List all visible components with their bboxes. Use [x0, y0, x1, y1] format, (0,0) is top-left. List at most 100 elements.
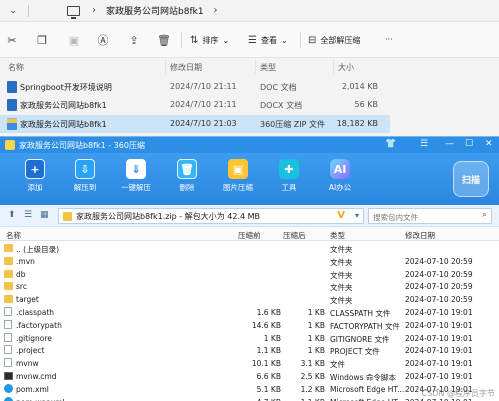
column-date[interactable]: 修改日期 — [405, 230, 435, 241]
one-click-extract-button[interactable]: ⇓ 一键解压 — [113, 157, 159, 201]
zip-row-date: 2024-07-10 19:01 — [405, 359, 473, 369]
zip-row-name: mvnw.cmd — [16, 372, 57, 381]
edge-html-icon — [4, 383, 13, 393]
delete-button[interactable]: 🗑 删除 — [164, 157, 210, 201]
divider — [28, 4, 29, 17]
up-arrow-icon[interactable]: ⬆ — [8, 210, 16, 220]
zip-row-type: FACTORYPATH 文件 — [330, 321, 400, 331]
close-icon[interactable]: ✕ — [485, 139, 493, 149]
zip-row-after: 1.2 KB — [300, 384, 325, 394]
zip-row[interactable]: .factorypath 14.6 KB 1 KB FACTORYPATH 文件 202… — [0, 319, 499, 332]
paste-icon[interactable]: ▣ — [67, 33, 81, 47]
file-name: 家政服务公司网站b8fk1 — [20, 101, 107, 110]
one-click-extract-icon: ⇓ — [126, 159, 146, 179]
image-compress-label: 图片压缩 — [223, 183, 253, 192]
column-type[interactable]: 类型 — [330, 230, 345, 241]
file-icon — [4, 319, 12, 329]
delete-icon: 🗑 — [177, 159, 197, 179]
file-type: DOCX 文档 — [260, 101, 303, 110]
image-compress-icon: ▣ — [228, 159, 248, 179]
zip-row-type: 文件夹 — [330, 245, 353, 254]
add-button[interactable]: + 添加 — [12, 157, 58, 201]
column-date[interactable]: 修改日期 — [170, 62, 202, 73]
zip-row-type: 文件夹 — [330, 283, 353, 293]
shirt-icon[interactable]: 👕 — [385, 139, 396, 149]
zip-row[interactable]: .. (上级目录) 文件夹 — [0, 242, 499, 255]
file-icon — [4, 307, 12, 316]
copy-icon[interactable]: ❐ — [35, 33, 49, 47]
column-before[interactable]: 压缩前 — [238, 230, 261, 241]
zip-row[interactable]: mvnw 10.1 KB 3.1 KB 文件 2024-07-10 19:01 — [0, 357, 499, 370]
ai-office-button[interactable]: AI AI办公 — [317, 157, 363, 201]
thumbnail-view-icon[interactable]: ▦ — [40, 210, 49, 220]
breadcrumb[interactable]: 家政服务公司网站b8fk1 — [106, 4, 204, 17]
sort-button[interactable]: ⇅ 排序 ⌄ — [190, 35, 229, 46]
column-size[interactable]: 大小 — [338, 62, 354, 73]
zip-row-after: 1 KB — [307, 308, 325, 317]
zip-row[interactable]: db 文件夹 2024-07-10 20:59 — [0, 268, 499, 281]
column-type[interactable]: 类型 — [260, 62, 276, 73]
folder-icon — [4, 269, 13, 278]
extract-to-button[interactable]: ⇩ 解压到 — [62, 157, 108, 201]
file-icon — [4, 345, 12, 355]
address-field[interactable]: 家政服务公司网站b8fk1.zip - 解包大小为 42.4 MB V ▾ — [58, 208, 364, 224]
zip-row-name: pom.xml — [16, 384, 49, 394]
tools-label: 工具 — [281, 183, 297, 192]
file-size: 2,014 KB — [341, 82, 378, 91]
cut-icon[interactable]: ✂ — [5, 33, 19, 47]
zip-row-type: PROJECT 文件 — [330, 347, 380, 357]
column-after[interactable]: 压缩后 — [283, 230, 306, 241]
delete-icon[interactable]: 🗑 — [157, 33, 171, 47]
column-name[interactable]: 名称 — [6, 230, 21, 241]
one-click-extract-label: 一键解压 — [121, 183, 151, 192]
zip-row-name: .. (上级目录) — [16, 245, 60, 254]
file-row[interactable]: 家政服务公司网站b8fk1 2024/7/10 21:11 DOCX 文档 56… — [0, 96, 390, 114]
view-button[interactable]: ☰ 查看 ⌄ — [248, 35, 288, 46]
zip-row[interactable]: .project 1.1 KB 1 KB PROJECT 文件 2024-07-10 1… — [0, 344, 499, 357]
extract-to-icon: ⇩ — [75, 159, 95, 179]
divider — [300, 32, 301, 48]
zip-row-name: db — [16, 269, 26, 279]
zip-row[interactable]: src 文件夹 2024-07-10 20:59 — [0, 280, 499, 293]
divider — [181, 32, 182, 48]
zip-row-type: Microsoft Edge HT... — [330, 384, 405, 394]
chevron-down-icon[interactable]: ⌄ — [6, 6, 20, 16]
tools-button[interactable]: ✚ 工具 — [266, 157, 312, 201]
monitor-icon[interactable] — [67, 5, 80, 19]
zip-row[interactable]: .mvn 文件夹 2024-07-10 20:59 — [0, 255, 499, 268]
zip-icon — [7, 118, 17, 130]
search-icon[interactable]: ⌕ — [482, 210, 487, 220]
zip-row[interactable]: target 文件夹 2024-07-10 20:59 — [0, 293, 499, 306]
scan-button[interactable]: 扫描 — [453, 161, 489, 197]
image-compress-button[interactable]: ▣ 图片压缩 — [215, 157, 261, 201]
menu-icon[interactable]: ☰ — [420, 139, 428, 149]
zip-row[interactable]: mvnw.cmd 6.6 KB 2.5 KB Windows 命令脚本 2024-07-… — [0, 370, 499, 383]
extract-all-label: 全部解压缩 — [320, 36, 361, 45]
share-icon[interactable]: ⇪ — [127, 33, 141, 47]
zip-row[interactable]: .gitignore 1 KB 1 KB GITIGNORE 文件 2024-07-10… — [0, 332, 499, 345]
rename-icon[interactable]: Ⓐ — [96, 33, 110, 47]
extract-all-button[interactable]: ⊟ 全部解压缩 — [308, 35, 360, 46]
chevron-down-icon[interactable]: ▾ — [355, 211, 359, 220]
file-type: 360压缩 ZIP 文件 — [260, 120, 326, 129]
zip-row-before: 14.6 KB — [251, 320, 281, 330]
zip-row-after: 2.5 KB — [300, 372, 325, 381]
search-input[interactable]: 搜索包内文件 ⌕ — [368, 208, 492, 224]
zip-row-before: 1 KB — [263, 333, 281, 343]
file-icon — [4, 358, 12, 368]
file-size: 18,182 KB — [336, 119, 378, 128]
minimize-icon[interactable]: — — [445, 139, 454, 149]
maximize-icon[interactable]: ☐ — [465, 139, 473, 149]
zip-row[interactable]: .classpath 1.6 KB 1 KB CLASSPATH 文件 2024-07-… — [0, 306, 499, 319]
file-date: 2024/7/10 21:11 — [170, 100, 237, 109]
more-button[interactable]: ··· — [385, 35, 393, 44]
word-docx-icon — [7, 99, 17, 111]
file-name: Springboot开发环境说明 — [20, 83, 112, 92]
file-row[interactable]: Springboot开发环境说明 2024/7/10 21:11 DOC 文档 … — [0, 78, 390, 96]
column-name[interactable]: 名称 — [8, 62, 24, 73]
zip-row-after: 1 KB — [307, 346, 325, 356]
file-row-selected[interactable]: 家政服务公司网站b8fk1 2024/7/10 21:03 360压缩 ZIP … — [0, 115, 390, 133]
extract-to-label: 解压到 — [73, 183, 97, 192]
list-view-icon[interactable]: ☰ — [24, 210, 32, 220]
zip-row-name: mvnw — [16, 359, 39, 369]
